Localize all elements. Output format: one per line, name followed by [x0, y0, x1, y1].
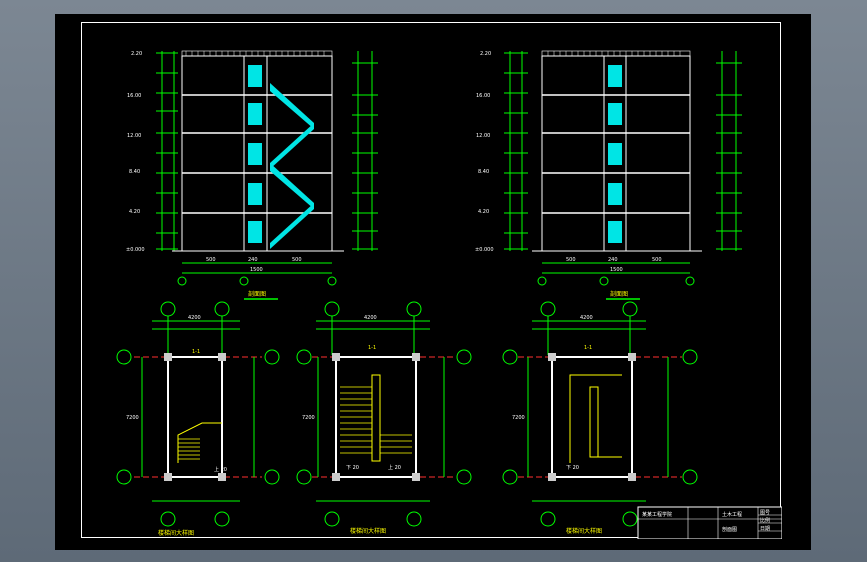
- drawing-frame: 2.20 16.00 12.00 8.40 4.20 ±0.000 500 24…: [81, 22, 783, 540]
- plan-title: 楼梯间大样图: [158, 529, 194, 537]
- plan-title: 楼梯间大样图: [566, 527, 602, 535]
- elev-label: 2.20: [480, 51, 491, 57]
- plan-side-dim: 7200: [302, 415, 315, 421]
- plan-1: 4200 1-1 7200 上 20 楼梯间大样图: [116, 301, 280, 537]
- plan-2: 4200 1-1 7200 下 20 上 20 楼梯间大样图: [296, 301, 472, 535]
- title-block-drawing-name: 剖面图: [722, 526, 737, 533]
- title-block-field: 图号: [760, 510, 770, 516]
- elev-label: 4.20: [129, 209, 140, 215]
- elev-label: 2.20: [131, 51, 142, 57]
- drawing-viewport[interactable]: 2.20 16.00 12.00 8.40 4.20 ±0.000 500 24…: [55, 14, 811, 550]
- plan-down-text: 下 20: [566, 465, 579, 471]
- title-block-field: 日期: [760, 526, 770, 532]
- elev-label: 8.40: [129, 169, 140, 175]
- title-block-school: 某某工程学院: [642, 511, 672, 518]
- plan-cut-label: 1-1: [192, 349, 200, 355]
- section-right: 2.20 16.00 12.00 8.40 4.20 ±0.000 500 24…: [475, 50, 742, 300]
- elev-label: 16.00: [476, 93, 490, 99]
- section-title: 剖面图: [610, 290, 628, 298]
- plan-top-dim: 4200: [364, 315, 377, 321]
- bottom-dim: 500: [652, 257, 662, 263]
- bottom-dim: 500: [566, 257, 576, 263]
- plan-side-dim: 7200: [126, 415, 139, 421]
- bottom-dim: 500: [206, 257, 216, 263]
- bottom-dim: 240: [608, 257, 618, 263]
- plan-up-text: 上 20: [388, 464, 401, 471]
- elev-label: ±0.000: [475, 247, 494, 253]
- elev-label: 16.00: [127, 93, 141, 99]
- plan-side-dim: 7200: [512, 415, 525, 421]
- plan-title: 楼梯间大样图: [350, 527, 386, 535]
- title-block-field: 比例: [760, 517, 770, 524]
- bottom-total: 1500: [610, 267, 623, 273]
- plan-cut-label: 1-1: [368, 345, 376, 351]
- elev-label: 4.20: [478, 209, 489, 215]
- plan-3: 4200 1-1 7200 下 20 楼梯间大样图: [502, 301, 698, 535]
- bottom-dim: 240: [248, 257, 258, 263]
- plan-top-dim: 4200: [580, 315, 593, 321]
- elev-label: 12.00: [476, 133, 490, 139]
- elev-label: ±0.000: [126, 247, 145, 253]
- section-title: 剖面图: [248, 290, 266, 298]
- section-left: 2.20 16.00 12.00 8.40 4.20 ±0.000 500 24…: [126, 50, 378, 300]
- plan-cut-label: 1-1: [584, 345, 592, 351]
- plan-top-dim: 4200: [188, 315, 201, 321]
- plan-down-text: 下 20: [346, 465, 359, 471]
- cad-drawing: 2.20 16.00 12.00 8.40 4.20 ±0.000 500 24…: [116, 50, 783, 540]
- bottom-total: 1500: [250, 267, 263, 273]
- title-block: 某某工程学院 土木工程 剖面图 图号 比例 日期: [637, 506, 783, 540]
- plan-up-text: 上 20: [214, 466, 227, 473]
- bottom-dim: 500: [292, 257, 302, 263]
- elev-label: 8.40: [478, 169, 489, 175]
- elev-label: 12.00: [127, 133, 141, 139]
- title-block-dept: 土木工程: [722, 511, 742, 518]
